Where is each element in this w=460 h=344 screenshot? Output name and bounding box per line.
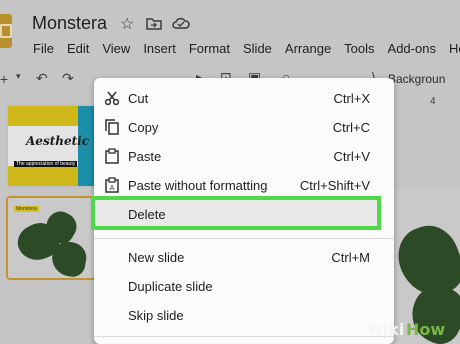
menu-view[interactable]: View	[102, 41, 130, 56]
menu-tools[interactable]: Tools	[344, 41, 374, 56]
background-button[interactable]: Backgroun	[388, 72, 445, 86]
menu-item-label: Cut	[128, 91, 149, 106]
context-menu: Cut Ctrl+X Copy Ctrl+C Paste Ctrl+V A Pa…	[91, 78, 394, 344]
redo-icon[interactable]: ↷	[62, 70, 74, 87]
menu-item-label: Paste	[128, 149, 162, 164]
menu-item-new-slide[interactable]: New slide Ctrl+M	[94, 245, 394, 271]
menu-item-shortcut: Ctrl+V	[333, 149, 370, 164]
thumbnail-tag: Monstera	[14, 206, 39, 212]
clipboard-icon	[105, 148, 119, 164]
cloud-status-icon[interactable]	[172, 17, 190, 30]
menu-file[interactable]: File	[33, 41, 54, 56]
folder-move-icon[interactable]	[146, 17, 162, 30]
menu-item-label: Skip slide	[128, 308, 184, 323]
menu-item-cut[interactable]: Cut Ctrl+X	[94, 86, 394, 112]
svg-text:A: A	[110, 185, 115, 192]
menu-slide[interactable]: Slide	[243, 41, 272, 56]
slide-thumbnail-1[interactable]: Aesthetic The appreciation of beauty	[6, 104, 96, 188]
watermark: wiki How	[368, 318, 458, 340]
paste-plain-icon: A	[105, 177, 119, 193]
slide-thumbnail-2[interactable]: Monstera	[6, 196, 96, 280]
menu-addons[interactable]: Add-ons	[388, 41, 436, 56]
menu-separator	[94, 336, 394, 337]
menu-bar: File Edit View Insert Format Slide Arran…	[33, 41, 460, 56]
slides-logo[interactable]	[0, 14, 12, 48]
menu-item-label: Paste without formatting	[128, 178, 268, 193]
menu-item-skip-slide[interactable]: Skip slide	[94, 303, 394, 329]
menu-item-shortcut: Ctrl+X	[333, 91, 370, 106]
menu-item-shortcut: Ctrl+M	[331, 250, 370, 265]
scissors-icon	[104, 91, 120, 106]
menu-arrange[interactable]: Arrange	[285, 41, 331, 56]
star-icon[interactable]: ☆	[120, 14, 134, 34]
document-title[interactable]: Monstera	[32, 13, 107, 34]
menu-item-label: New slide	[128, 250, 185, 265]
menu-item-duplicate-slide[interactable]: Duplicate slide	[94, 274, 394, 300]
watermark-wiki: wiki	[368, 320, 405, 339]
ruler-tick-label: 4	[430, 96, 436, 107]
menu-item-label: Copy	[128, 120, 159, 135]
menu-item-copy[interactable]: Copy Ctrl+C	[94, 115, 394, 141]
menu-item-shortcut: Ctrl+Shift+V	[299, 178, 370, 193]
copy-icon	[105, 119, 119, 135]
menu-item-shortcut: Ctrl+C	[332, 120, 370, 135]
thumbnail-subtitle: The appreciation of beauty	[14, 161, 78, 167]
menu-help[interactable]: He	[449, 41, 460, 56]
new-slide-plus-icon[interactable]: +	[0, 71, 8, 87]
menu-separator	[94, 238, 394, 239]
menu-item-label: Delete	[128, 207, 166, 222]
undo-icon[interactable]: ↶	[36, 70, 48, 87]
menu-item-label: Duplicate slide	[128, 279, 213, 294]
watermark-how: How	[406, 320, 446, 339]
thumbnail-title: Aesthetic	[26, 134, 90, 148]
menu-item-paste[interactable]: Paste Ctrl+V	[94, 144, 394, 170]
menu-format[interactable]: Format	[189, 41, 230, 56]
new-slide-dropdown-icon[interactable]: ▾	[16, 71, 21, 82]
menu-edit[interactable]: Edit	[67, 41, 89, 56]
menu-item-delete[interactable]: Delete	[91, 196, 381, 230]
ruler: 4	[400, 96, 460, 109]
menu-insert[interactable]: Insert	[143, 41, 176, 56]
